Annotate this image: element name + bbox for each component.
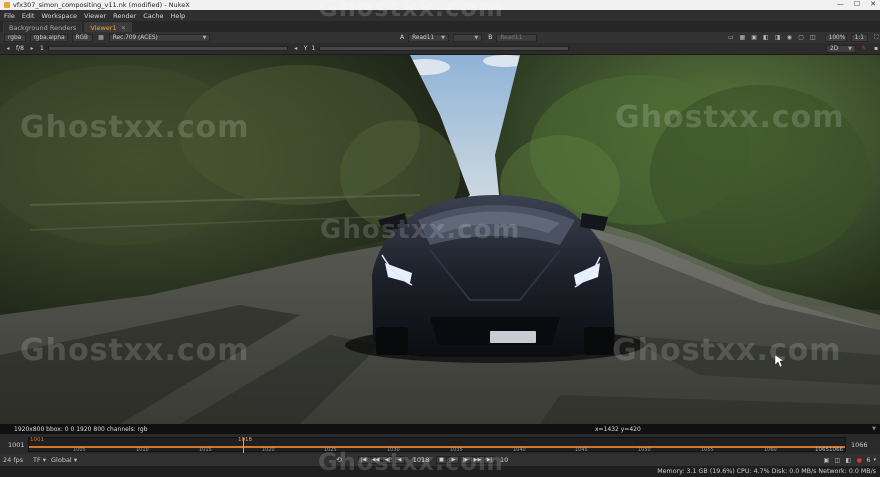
monitor-out-icon[interactable]: ◧ bbox=[844, 456, 852, 464]
overlay-icon[interactable]: ◧ bbox=[762, 34, 770, 42]
grid-icon[interactable]: ▦ bbox=[739, 34, 747, 42]
display-channel-dropdown[interactable]: RGB bbox=[71, 33, 94, 42]
mask-icon[interactable]: ◨ bbox=[774, 34, 782, 42]
proxy-icon[interactable]: ▣ bbox=[750, 34, 758, 42]
input-b-label: B bbox=[488, 34, 493, 41]
out-point-label: 10651066 bbox=[815, 447, 843, 453]
close-tab-icon[interactable]: ✕ bbox=[121, 24, 126, 32]
tf-dropdown[interactable]: TF ▾ bbox=[33, 456, 46, 464]
cache-icon[interactable]: ◫ bbox=[833, 456, 841, 464]
fullscreen-icon[interactable]: ⛶ bbox=[872, 34, 880, 42]
gamma-slider[interactable] bbox=[319, 46, 570, 51]
viewer-mode-dropdown[interactable]: 2D ▼ bbox=[826, 44, 856, 53]
timeline-end: 1066 bbox=[851, 441, 868, 449]
wipe-mode-dropdown[interactable]: ▼ bbox=[452, 33, 483, 42]
fstop-label: f/8 bbox=[16, 45, 24, 52]
timeline-tick-label: 1055 bbox=[701, 447, 714, 453]
menu-viewer[interactable]: Viewer bbox=[84, 12, 106, 20]
watermark-text: Ghostxx.com bbox=[318, 448, 504, 476]
timeline-start: 1001 bbox=[8, 441, 25, 449]
in-point-label: 1001 bbox=[30, 437, 44, 443]
menu-help[interactable]: Help bbox=[170, 12, 185, 20]
viewer-image[interactable]: Ghostxx.com Ghostxx.com Ghostxx.com Ghos… bbox=[0, 55, 880, 424]
cursor-coords: x=1432 y=420 bbox=[595, 425, 641, 433]
viewer-exposure-bar: ◂ f/8 ▸ 1 ◂ Y 1 2D ▼ ✎ ▪ bbox=[0, 43, 880, 54]
timeline-tick-label: 1020 bbox=[262, 447, 275, 453]
ratio-dropdown[interactable]: 1:1 bbox=[850, 33, 869, 42]
watermark-text: Ghostxx.com bbox=[20, 110, 250, 145]
gamma-value: 1 bbox=[311, 45, 316, 52]
status-text: Memory: 3.1 GB (19.6%) CPU: 4.7% Disk: 0… bbox=[657, 468, 876, 475]
channels-dropdown[interactable]: rgba bbox=[4, 33, 26, 42]
input-b-dropdown[interactable]: Read11 bbox=[496, 33, 538, 42]
menu-workspace[interactable]: Workspace bbox=[41, 12, 77, 20]
tab-background-renders[interactable]: Background Renders bbox=[3, 22, 83, 32]
maximize-button[interactable]: ☐ bbox=[854, 0, 860, 8]
color-chip-icon[interactable]: ▦ bbox=[97, 34, 105, 42]
timeline-tick-label: 1015 bbox=[199, 447, 212, 453]
format-info: 1920x800 bbox: 0 0 1920 800 channels: rg… bbox=[14, 425, 148, 433]
lut-icon[interactable]: ▢ bbox=[797, 34, 805, 42]
tab-viewer1[interactable]: Viewer1 ✕ bbox=[84, 22, 133, 32]
timeline-tick-label: 1040 bbox=[513, 447, 526, 453]
timeline-tick-label: 1010 bbox=[136, 447, 149, 453]
fps-field[interactable]: 24 fps bbox=[3, 456, 23, 464]
gamma-toggle-icon[interactable]: ◂ bbox=[292, 45, 300, 53]
tab-label: Background Renders bbox=[9, 23, 77, 32]
info-arrow-icon[interactable]: ▼ bbox=[872, 426, 876, 432]
count-arrow-icon[interactable]: ▾ bbox=[873, 457, 876, 463]
menu-cache[interactable]: Cache bbox=[143, 12, 163, 20]
watermark-text: Ghostxx.com bbox=[615, 100, 845, 135]
watermark-text: Ghostxx.com bbox=[320, 215, 521, 245]
minimize-button[interactable]: — bbox=[837, 0, 844, 8]
viewer-settings-icon[interactable]: ▪ bbox=[872, 45, 880, 53]
region-icon[interactable]: ◫ bbox=[809, 34, 817, 42]
flipbook-icon[interactable]: ▣ bbox=[822, 456, 830, 464]
record-icon[interactable]: ● bbox=[855, 456, 863, 464]
zoom-dropdown[interactable]: 100% bbox=[824, 33, 847, 42]
nuke-app-icon bbox=[4, 2, 10, 8]
roi-icon[interactable]: ▭ bbox=[727, 34, 735, 42]
snapshot-icon[interactable]: ✎ bbox=[860, 45, 868, 53]
viewer-toolbar: rgba rgba.alpha RGB ▦ Rec.709 (ACES) ▼ A … bbox=[0, 32, 880, 43]
menu-file[interactable]: File bbox=[4, 12, 15, 20]
playback-count: 6 bbox=[866, 456, 871, 464]
watermark-text: Ghostxx.com bbox=[612, 333, 842, 368]
menu-render[interactable]: Render bbox=[113, 12, 136, 20]
exposure-toggle-icon[interactable]: ◂ bbox=[4, 45, 12, 53]
input-a-label: A bbox=[400, 34, 405, 41]
timeline-tick-label: 1005 bbox=[73, 447, 86, 453]
fstop-arrow-icon[interactable]: ▸ bbox=[28, 45, 36, 53]
gain-slider[interactable] bbox=[47, 46, 288, 51]
global-dropdown[interactable]: Global ▾ bbox=[51, 456, 77, 464]
tab-label: Viewer1 bbox=[90, 23, 117, 32]
pause-update-icon[interactable]: ◉ bbox=[785, 34, 793, 42]
alpha-channel-dropdown[interactable]: rgba.alpha bbox=[29, 33, 68, 42]
watermark-text: Ghostxx.com bbox=[20, 333, 250, 368]
gain-value: 1 bbox=[39, 45, 44, 52]
gamma-label: Y bbox=[303, 45, 308, 52]
close-button[interactable]: ✕ bbox=[870, 0, 876, 8]
viewer-tab-bar: Background Renders Viewer1 ✕ bbox=[0, 21, 880, 32]
playhead-frame-label: 1018 bbox=[238, 437, 252, 443]
input-a-dropdown[interactable]: Read11 ▼ bbox=[408, 33, 449, 42]
colorspace-dropdown[interactable]: Rec.709 (ACES) ▼ bbox=[108, 33, 211, 42]
timeline-tick-label: 1050 bbox=[638, 447, 651, 453]
viewer-info-bar: 1920x800 bbox: 0 0 1920 800 channels: rg… bbox=[0, 424, 880, 434]
window-title: vfx307_simon_compositing_v11.nk (modifie… bbox=[13, 1, 190, 9]
menu-edit[interactable]: Edit bbox=[22, 12, 35, 20]
watermark-text: Ghostxx.com bbox=[318, 0, 504, 22]
timeline-tick-label: 1060 bbox=[764, 447, 777, 453]
timeline-tick-label: 1045 bbox=[575, 447, 588, 453]
